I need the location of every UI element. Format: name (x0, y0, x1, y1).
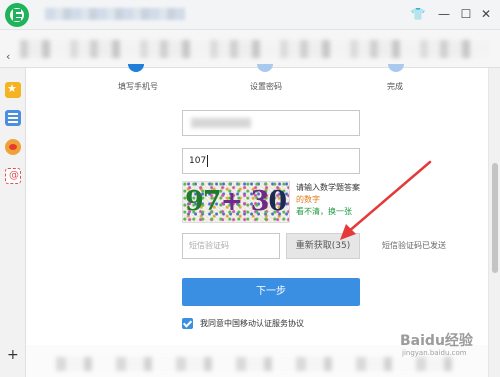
baidu-jingyan-watermark-url: jingyan.baidu.com (402, 349, 467, 357)
red-arrow-annotation (340, 160, 432, 240)
baidu-jingyan-watermark: Baidu经验 (400, 333, 473, 349)
